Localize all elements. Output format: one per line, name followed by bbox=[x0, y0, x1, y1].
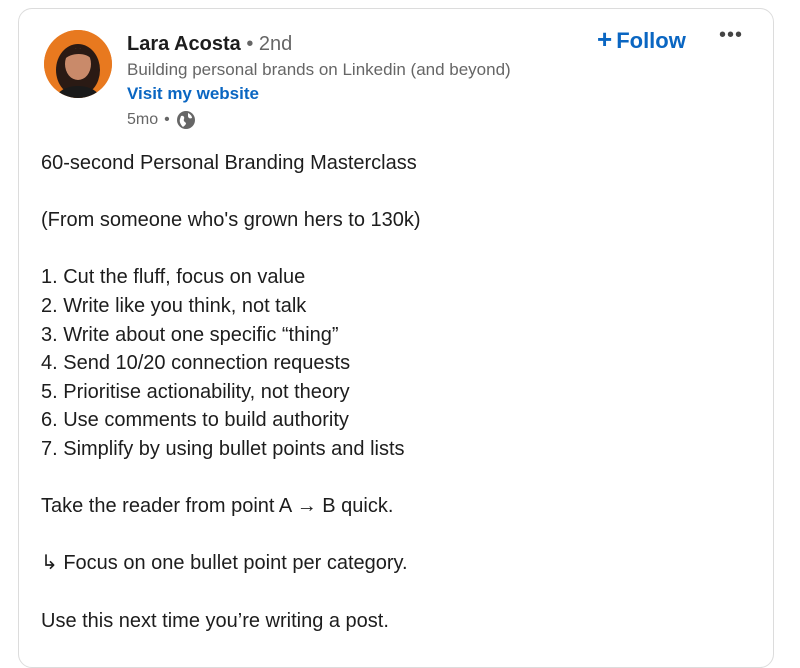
list-item: 2. Write like you think, not talk bbox=[41, 294, 307, 317]
follow-button[interactable]: + Follow bbox=[597, 25, 686, 55]
post-closing: Use this next time you’re writing a post… bbox=[41, 609, 389, 632]
list-item: 7. Simplify by using bullet points and l… bbox=[41, 437, 405, 460]
post-time: 5mo bbox=[127, 111, 159, 128]
plus-icon: + bbox=[597, 24, 613, 54]
post-tip: ↳ Focus on one bullet point per category… bbox=[41, 552, 408, 575]
post-takeaway: Take the reader from point A → B quick. bbox=[41, 495, 394, 518]
post-body: 60-second Personal Branding Masterclass … bbox=[41, 149, 761, 635]
author-avatar[interactable] bbox=[44, 30, 112, 98]
meta-separator: • bbox=[164, 111, 170, 128]
more-options-icon[interactable]: ••• bbox=[719, 23, 743, 47]
list-item: 1. Cut the fluff, focus on value bbox=[41, 266, 306, 289]
author-name[interactable]: Lara Acosta bbox=[127, 33, 241, 55]
post-title: 60-second Personal Branding Masterclass bbox=[41, 152, 417, 174]
connection-degree: 2nd bbox=[258, 33, 293, 55]
follow-label: Follow bbox=[616, 28, 686, 53]
name-separator: • bbox=[246, 33, 254, 55]
list-item: 4. Send 10/20 connection requests bbox=[41, 352, 351, 375]
list-item: 5. Prioritise actionability, not theory bbox=[41, 380, 350, 403]
post-card: Lara Acosta • 2nd Building personal bran… bbox=[18, 8, 774, 668]
author-headline: Building personal brands on Linkedin (an… bbox=[127, 60, 511, 79]
list-item: 6. Use comments to build authority bbox=[41, 409, 349, 432]
post-meta: 5mo • bbox=[127, 109, 196, 131]
post-subtitle: (From someone who's grown hers to 130k) bbox=[41, 209, 421, 232]
visit-website-link[interactable]: Visit my website bbox=[127, 83, 259, 105]
globe-icon bbox=[176, 110, 196, 130]
author-name-line: Lara Acosta • 2nd bbox=[127, 32, 292, 56]
list-item: 3. Write about one specific “thing” bbox=[41, 323, 339, 346]
